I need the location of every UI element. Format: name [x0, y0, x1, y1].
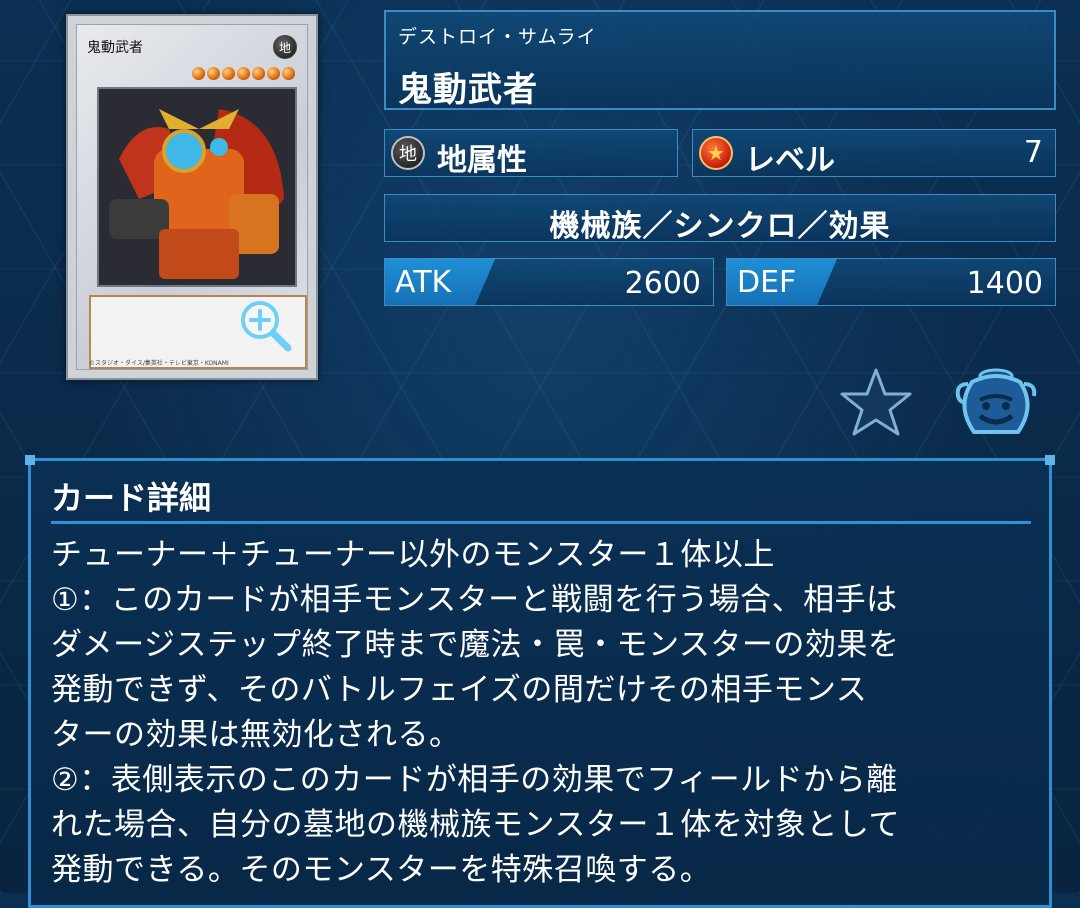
atk-label: ATK [395, 265, 452, 300]
card-attribute-icon: 地 [273, 35, 297, 59]
card-level-stars [192, 67, 295, 80]
level-star [207, 67, 220, 80]
card-name-title: 鬼動武者 [398, 70, 538, 110]
card-artwork [97, 87, 297, 287]
def-panel: DEF 1400 [726, 258, 1056, 306]
type-panel: 機械族／シンクロ／効果 [384, 194, 1056, 244]
def-value: 1400 [966, 266, 1043, 301]
level-label: レベル [745, 143, 835, 178]
level-star-icon: ★ [699, 136, 733, 170]
level-star [192, 67, 205, 80]
attribute-label: 地属性 [437, 143, 527, 178]
pot-of-greed-icon[interactable] [952, 362, 1040, 442]
atk-value: 2600 [624, 266, 701, 301]
level-star [267, 67, 280, 80]
attribute-panel: 地 地属性 [384, 129, 678, 178]
card-copyright: ©スタジオ・ダイス/集英社・テレビ東京・KONAMI [89, 360, 229, 367]
detail-title: カード詳細 [51, 479, 212, 517]
card-name-text: 鬼動武者 [87, 40, 143, 56]
level-star [222, 67, 235, 80]
card-detail-panel: カード詳細 チューナー＋チューナー以外のモンスター１体以上 ①：このカードが相手… [25, 455, 1055, 908]
detail-divider [51, 521, 1031, 524]
earth-attribute-icon: 地 [391, 136, 425, 170]
level-star [282, 67, 295, 80]
level-star [237, 67, 250, 80]
level-star [252, 67, 265, 80]
level-value: 7 [1023, 135, 1043, 170]
level-panel: ★ レベル 7 [692, 129, 1056, 178]
panel-corner [25, 455, 35, 465]
monster-type-text: 機械族／シンクロ／効果 [549, 209, 891, 244]
star-icon[interactable] [838, 366, 914, 438]
card-effect-text: チューナー＋チューナー以外のモンスター１体以上 ①：このカードが相手モンスターと… [51, 537, 900, 888]
def-label: DEF [737, 265, 797, 300]
zoom-plus-icon[interactable] [236, 296, 296, 356]
atk-panel: ATK 2600 [384, 258, 714, 306]
card-name-ruby: デストロイ・サムライ [398, 26, 597, 48]
card-name-panel: デストロイ・サムライ 鬼動武者 [384, 10, 1056, 110]
panel-corner [1045, 455, 1055, 465]
